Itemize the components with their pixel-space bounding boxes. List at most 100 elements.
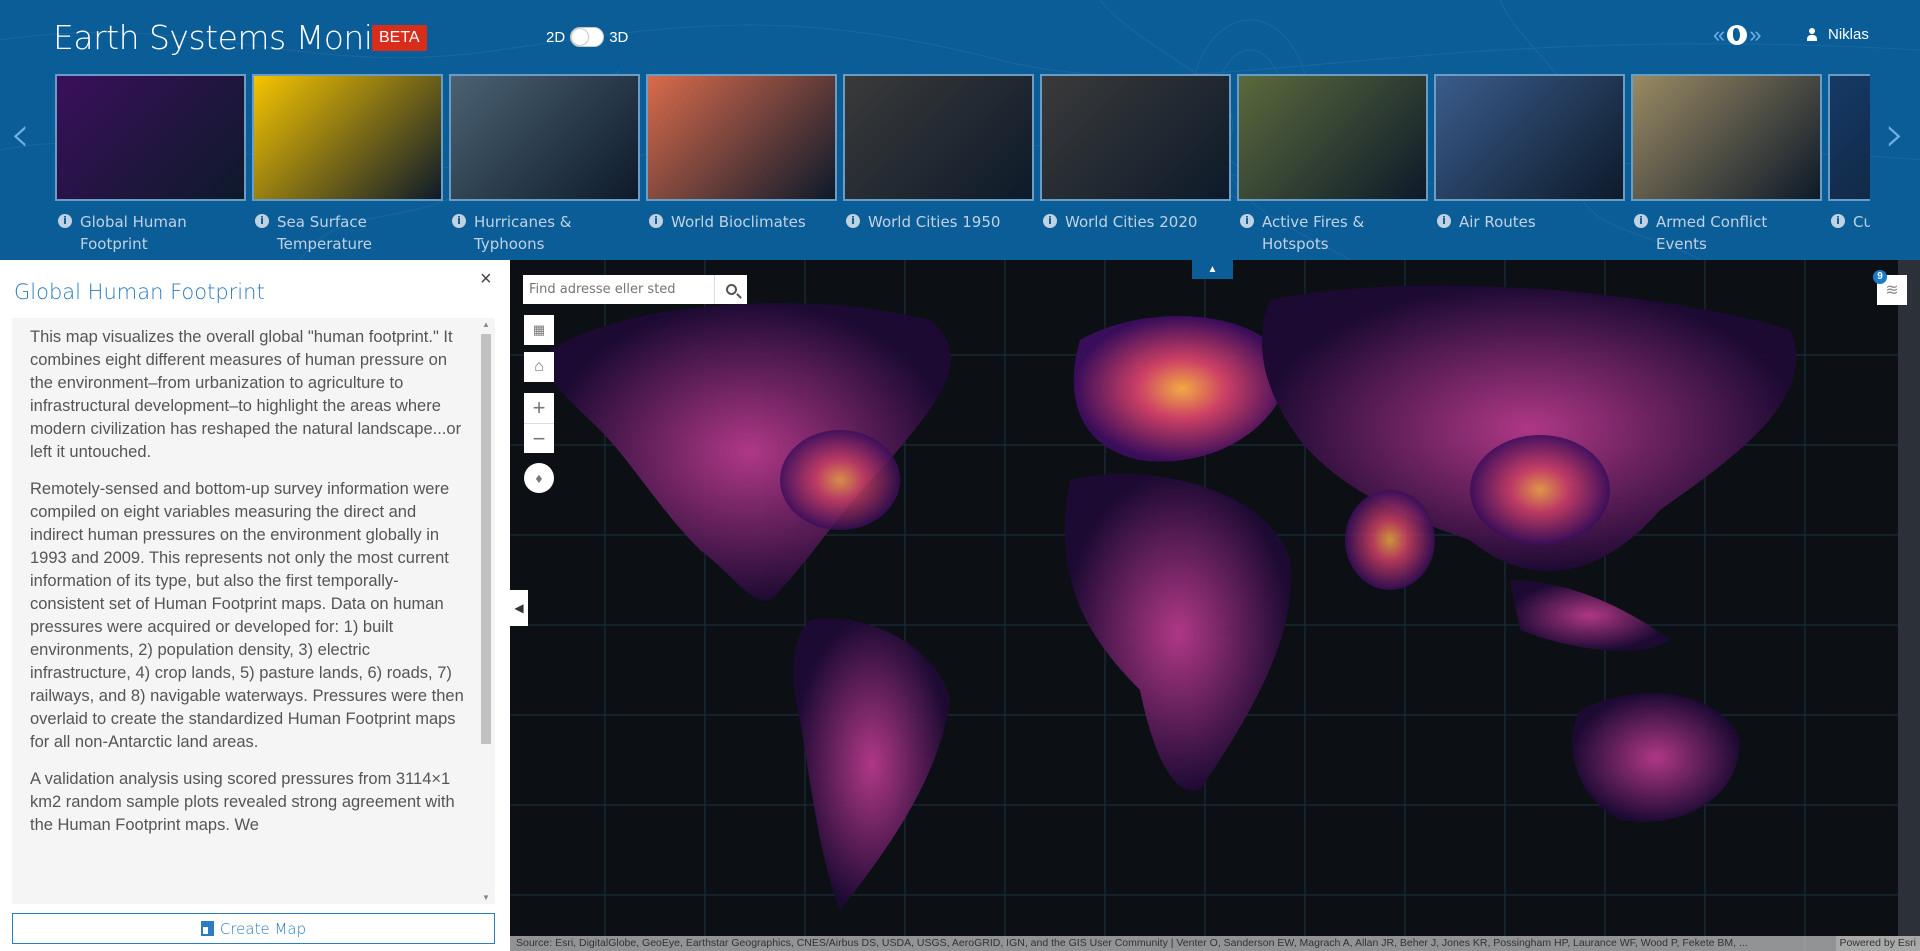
app-header: Earth Systems Monitor BETA 2D 3D « » Nik…: [0, 0, 1920, 260]
carousel-item-label[interactable]: Current Weather: [1853, 211, 1870, 233]
thumbnail-image[interactable]: [1828, 74, 1870, 201]
carousel-item[interactable]: i Sea Surface Temperature: [252, 74, 443, 255]
layers-icon: ≋: [1885, 282, 1899, 299]
carousel-prev-button[interactable]: ‹: [10, 105, 30, 163]
search-button[interactable]: [714, 275, 747, 304]
carousel-next-button[interactable]: ›: [1885, 105, 1905, 163]
create-map-icon: [200, 921, 214, 936]
compass-icon: ♦: [535, 470, 543, 486]
zoom-out-button[interactable]: −: [524, 423, 554, 453]
info-panel: Global Human Footprint × This map visual…: [0, 260, 510, 951]
info-icon[interactable]: i: [255, 214, 269, 228]
close-panel-button[interactable]: ×: [480, 268, 492, 291]
description-box: This map visualizes the overall global "…: [12, 318, 495, 904]
create-map-button[interactable]: Create Map: [12, 913, 495, 944]
app-title: Earth Systems Monitor: [53, 18, 418, 57]
carousel-item-label[interactable]: World Cities 2020: [1065, 211, 1197, 233]
home-icon: ⌂: [534, 358, 544, 375]
carousel-item-label[interactable]: Sea Surface Temperature: [277, 211, 443, 255]
compass-button[interactable]: ♦: [524, 463, 554, 493]
thumbnail-image[interactable]: [1237, 74, 1428, 201]
description-scrollbar[interactable]: ▲ ▼: [479, 318, 493, 904]
info-icon[interactable]: i: [1634, 214, 1648, 228]
search-widget: [523, 275, 747, 304]
carousel-item-label[interactable]: Active Fires & Hotspots: [1262, 211, 1428, 255]
scroll-up-icon[interactable]: ▲: [482, 320, 490, 329]
description-paragraph: This map visualizes the overall global "…: [30, 328, 462, 461]
panel-title: Global Human Footprint: [14, 280, 265, 304]
info-icon[interactable]: i: [58, 214, 72, 228]
scrollbar-thumb[interactable]: [481, 334, 491, 744]
thumbnail-image[interactable]: [843, 74, 1034, 201]
scroll-down-icon[interactable]: ▼: [482, 893, 490, 902]
next-app-icon[interactable]: »: [1749, 22, 1761, 48]
thumbnail-image[interactable]: [1434, 74, 1625, 201]
collapse-panel-button[interactable]: ◀: [510, 590, 528, 626]
carousel-item[interactable]: i Current Weather: [1828, 74, 1870, 233]
2d-label: 2D: [546, 28, 566, 46]
app-switcher[interactable]: « »: [1713, 22, 1762, 48]
north-america: [548, 303, 951, 601]
attribution-bar[interactable]: Source: Esri, DigitalGlobe, GeoEye, Eart…: [510, 936, 1920, 951]
info-icon[interactable]: i: [649, 214, 663, 228]
user-menu[interactable]: Niklas: [1806, 26, 1869, 43]
grid-icon: ▦: [532, 322, 546, 337]
carousel-item[interactable]: i Hurricanes & Typhoons: [449, 74, 640, 255]
continents: [548, 285, 1796, 910]
previous-app-icon[interactable]: «: [1713, 22, 1725, 48]
map-carousel: i Global Human Footprint i Sea Surface Temp…: [55, 74, 1870, 260]
info-icon[interactable]: i: [846, 214, 860, 228]
2d-3d-toggle[interactable]: 2D 3D: [546, 27, 628, 47]
info-icon[interactable]: i: [452, 214, 466, 228]
thumbnail-image[interactable]: [1631, 74, 1822, 201]
carousel-item-label[interactable]: Hurricanes & Typhoons: [474, 211, 640, 255]
globe-icon[interactable]: [1727, 25, 1748, 45]
description-paragraph: Remotely-sensed and bottom-up survey inf…: [30, 480, 464, 751]
search-input[interactable]: [523, 275, 714, 304]
southeast-asia: [1510, 580, 1670, 651]
carousel-item-label[interactable]: Global Human Footprint: [80, 211, 246, 255]
thumbnail-image[interactable]: [252, 74, 443, 201]
carousel-item[interactable]: i World Bioclimates: [646, 74, 837, 233]
carousel-item[interactable]: i Active Fires & Hotspots: [1237, 74, 1428, 255]
carousel-item-label[interactable]: World Bioclimates: [671, 211, 806, 233]
zoom-in-button[interactable]: +: [524, 393, 554, 423]
collapse-header-button[interactable]: ▲: [1192, 260, 1233, 279]
layer-count-badge: 9: [1873, 270, 1887, 284]
thumbnail-image[interactable]: [55, 74, 246, 201]
plus-icon: +: [532, 395, 546, 420]
carousel-item[interactable]: i World Cities 2020: [1040, 74, 1231, 233]
thumbnail-image[interactable]: [646, 74, 837, 201]
carousel-item-label[interactable]: Air Routes: [1459, 211, 1536, 233]
powered-by-esri[interactable]: Powered by Esri: [1835, 936, 1920, 951]
beta-badge: BETA: [372, 25, 427, 51]
info-icon[interactable]: i: [1043, 214, 1057, 228]
australia: [1572, 693, 1740, 822]
home-button[interactable]: ⌂: [524, 352, 554, 382]
info-icon[interactable]: i: [1437, 214, 1451, 228]
carousel-item[interactable]: i Global Human Footprint: [55, 74, 246, 255]
user-icon: [1806, 27, 1818, 42]
attribution-text: Source: Esri, DigitalGlobe, GeoEye, Eart…: [516, 937, 1748, 949]
basemap-gallery-button[interactable]: ▦: [524, 315, 554, 345]
carousel-item[interactable]: i World Cities 1950: [843, 74, 1034, 233]
thumbnail-image[interactable]: [1040, 74, 1231, 201]
user-name: Niklas: [1828, 26, 1869, 43]
carousel-item[interactable]: i Air Routes: [1434, 74, 1625, 233]
map-view[interactable]: ▲ ◀ ▦ ⌂ + − ♦ ≋ 9 Source: Esri, DigitalG…: [510, 260, 1920, 951]
minus-icon: −: [532, 425, 546, 451]
create-map-label: Create Map: [219, 919, 307, 938]
world-map-canvas: [510, 260, 1920, 951]
carousel-item-label[interactable]: Armed Conflict Events: [1656, 211, 1822, 255]
toggle-switch[interactable]: [570, 27, 605, 47]
search-icon: [725, 284, 737, 295]
africa: [1064, 473, 1292, 792]
thumbnail-image[interactable]: [449, 74, 640, 201]
toggle-knob: [572, 29, 589, 45]
info-icon[interactable]: i: [1240, 214, 1254, 228]
carousel-item[interactable]: i Armed Conflict Events: [1631, 74, 1822, 255]
europe: [1073, 316, 1290, 462]
map-right-edge: [1898, 260, 1920, 951]
carousel-item-label[interactable]: World Cities 1950: [868, 211, 1000, 233]
info-icon[interactable]: i: [1831, 214, 1845, 228]
